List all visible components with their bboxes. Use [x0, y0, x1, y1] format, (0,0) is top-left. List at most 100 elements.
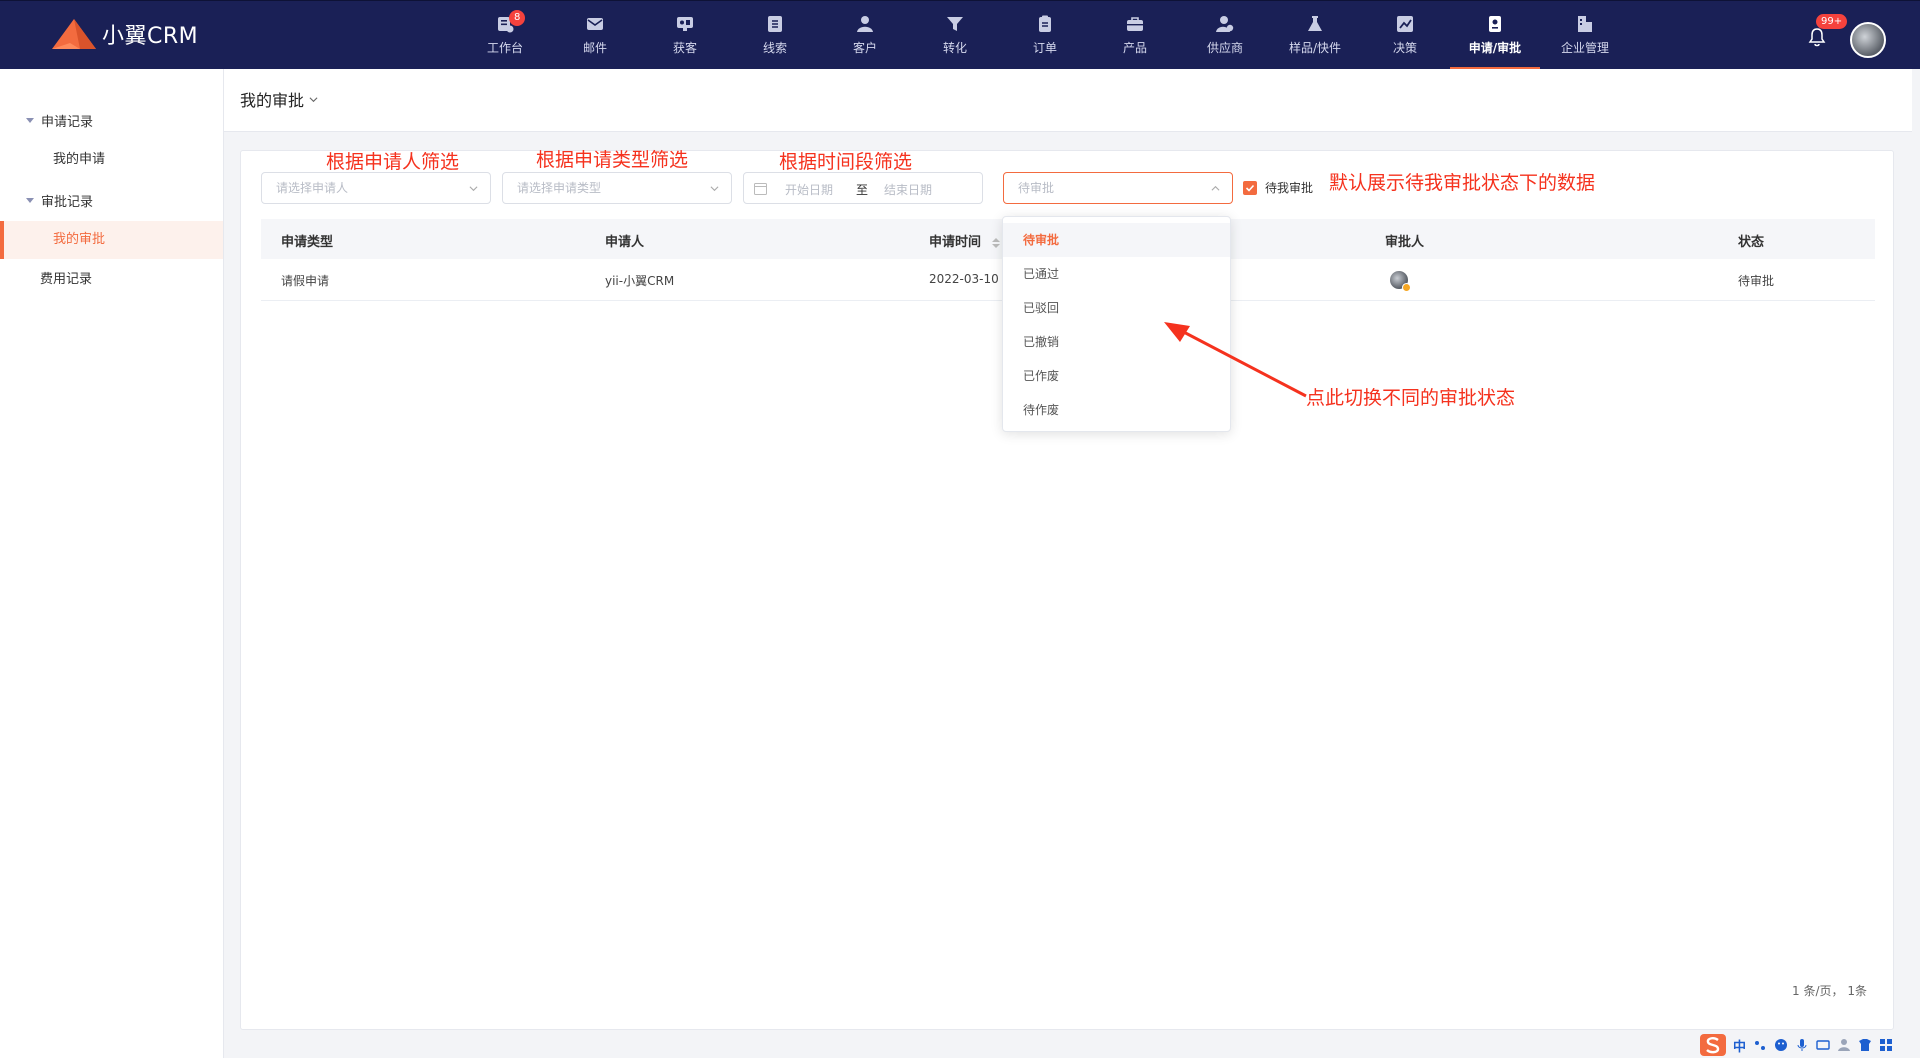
grid-menu-icon[interactable] [1879, 1038, 1893, 1052]
sidebar-group-label: 审批记录 [41, 195, 94, 210]
nav-label: 邮件 [582, 41, 607, 55]
nav-label: 转化 [942, 41, 967, 55]
microphone-icon[interactable] [1795, 1038, 1809, 1052]
nav-label: 线索 [762, 41, 787, 55]
status-select[interactable]: 待审批 [1003, 172, 1233, 204]
sidebar-item-my-apply[interactable]: 我的申请 [0, 141, 223, 179]
pagination-info: 1 条/页， 1条 [1792, 984, 1867, 998]
sidebar-item-label: 我的申请 [53, 152, 106, 167]
annotation-applicant: 根据申请人筛选 [326, 151, 460, 173]
nav-label: 客户 [852, 41, 877, 55]
ime-logo-icon[interactable] [1700, 1034, 1726, 1056]
nav-label: 企业管理 [1560, 41, 1609, 55]
nav-workbench[interactable]: 工作台 8 [460, 1, 550, 70]
cell-time: 2022-03-10 2 [929, 272, 1011, 286]
page-title[interactable]: 我的审批 [240, 87, 318, 111]
cell-applicant: yii-小翼CRM [605, 274, 675, 288]
approver-status-dot [1402, 283, 1411, 292]
nav-label: 供应商 [1206, 41, 1243, 55]
check-icon [1245, 184, 1255, 192]
main-nav: 工作台 8 邮件 获客 线索 客户 转化 订单 产品 供应商 样品/快件 决策 … [460, 1, 1630, 70]
chevron-up-icon [1211, 185, 1220, 191]
skin-icon[interactable] [1858, 1038, 1872, 1052]
col-header-type: 申请类型 [281, 235, 334, 250]
ime-toolbar: 中 [1694, 1032, 1920, 1058]
annotation-arrow-icon [1164, 322, 1307, 398]
applicant-select[interactable]: 请选择申请人 [261, 172, 491, 204]
product-icon [1127, 17, 1143, 31]
user-avatar[interactable] [1850, 22, 1886, 58]
supplier-icon [1216, 16, 1234, 32]
date-end-input[interactable]: 结束日期 [884, 181, 932, 198]
nav-label: 订单 [1032, 41, 1057, 55]
date-separator: 至 [856, 183, 869, 197]
chart-icon [1397, 16, 1413, 32]
sidebar-group-approval[interactable]: 审批记录 [26, 191, 93, 210]
col-header-applicant: 申请人 [605, 235, 645, 250]
dropdown-option[interactable]: 已通过 [1003, 257, 1230, 291]
mail-icon [587, 18, 603, 30]
nav-supplier[interactable]: 供应商 [1180, 1, 1270, 70]
emoji-icon[interactable] [1774, 1038, 1788, 1052]
nav-label: 申请/审批 [1468, 41, 1522, 55]
annotation-default: 默认展示待我审批状态下的数据 [1329, 172, 1596, 194]
chevron-down-icon [309, 96, 318, 102]
apply-type-select[interactable]: 请选择申请类型 [502, 172, 732, 204]
nav-order[interactable]: 订单 [1000, 1, 1090, 70]
nav-mail[interactable]: 邮件 [550, 1, 640, 70]
nav-enterprise[interactable]: 企业管理 [1540, 1, 1630, 70]
date-start-input[interactable]: 开始日期 [785, 181, 833, 198]
customer-icon [857, 16, 873, 32]
page-title-text: 我的审批 [240, 91, 305, 110]
nav-acquire[interactable]: 获客 [640, 1, 730, 70]
sort-icon[interactable] [991, 237, 1000, 249]
flask-icon [1308, 16, 1322, 31]
sidebar-item-my-approval[interactable]: 我的审批 [0, 221, 223, 259]
cell-type: 请假申请 [281, 274, 330, 288]
chevron-down-icon [710, 186, 719, 192]
logo[interactable]: 小翼CRM [50, 17, 198, 51]
nav-product[interactable]: 产品 [1090, 1, 1180, 70]
nav-badge: 8 [509, 10, 526, 26]
calendar-icon [754, 183, 767, 195]
pending-me-label[interactable]: 待我审批 [1265, 179, 1313, 196]
order-icon [1039, 15, 1051, 32]
punctuation-icon[interactable] [1753, 1038, 1767, 1052]
nav-label: 样品/快件 [1288, 41, 1342, 55]
bell-icon[interactable] [1808, 27, 1826, 47]
col-header-time-label: 申请时间 [929, 235, 982, 250]
nav-leads[interactable]: 线索 [730, 1, 820, 70]
nav-approval[interactable]: 申请/审批 [1450, 1, 1540, 70]
col-header-time[interactable]: 申请时间 [929, 231, 1000, 250]
select-placeholder: 请选择申请人 [276, 181, 349, 195]
nav-sample[interactable]: 样品/快件 [1270, 1, 1360, 70]
nav-label: 工作台 [486, 41, 523, 55]
nav-customer[interactable]: 客户 [820, 1, 910, 70]
sidebar-group-label: 申请记录 [41, 115, 94, 130]
date-range-picker[interactable]: 开始日期 至 结束日期 [743, 172, 983, 204]
top-navbar: 小翼CRM 工作台 8 邮件 获客 线索 客户 转化 订单 产品 供应商 样品/… [0, 0, 1920, 70]
funnel-icon [947, 17, 963, 31]
nav-decision[interactable]: 决策 [1360, 1, 1450, 70]
approval-icon [1489, 16, 1501, 32]
caret-down-icon [26, 198, 34, 203]
user-icon[interactable] [1837, 1038, 1851, 1052]
select-value: 待审批 [1018, 181, 1055, 195]
pending-me-checkbox[interactable] [1243, 181, 1257, 195]
logo-text: 小翼CRM [102, 24, 199, 49]
cell-status: 待审批 [1738, 274, 1775, 288]
sidebar-item-expense[interactable]: 费用记录 [0, 261, 223, 299]
ime-mode[interactable]: 中 [1733, 1036, 1746, 1055]
col-header-approver: 审批人 [1385, 235, 1425, 250]
caret-down-icon [26, 118, 34, 123]
sidebar-item-label: 费用记录 [40, 272, 93, 287]
chevron-down-icon [469, 186, 478, 192]
keyboard-icon[interactable] [1816, 1038, 1830, 1052]
sidebar-group-apply[interactable]: 申请记录 [26, 111, 93, 130]
dropdown-option[interactable]: 待审批 [1003, 223, 1230, 257]
nav-convert[interactable]: 转化 [910, 1, 1000, 70]
sidebar: 申请记录 我的申请 审批记录 我的审批 费用记录 [0, 69, 224, 1058]
leads-icon [768, 16, 782, 32]
notification-badge: 99+ [1816, 14, 1848, 29]
nav-label: 决策 [1392, 41, 1417, 55]
